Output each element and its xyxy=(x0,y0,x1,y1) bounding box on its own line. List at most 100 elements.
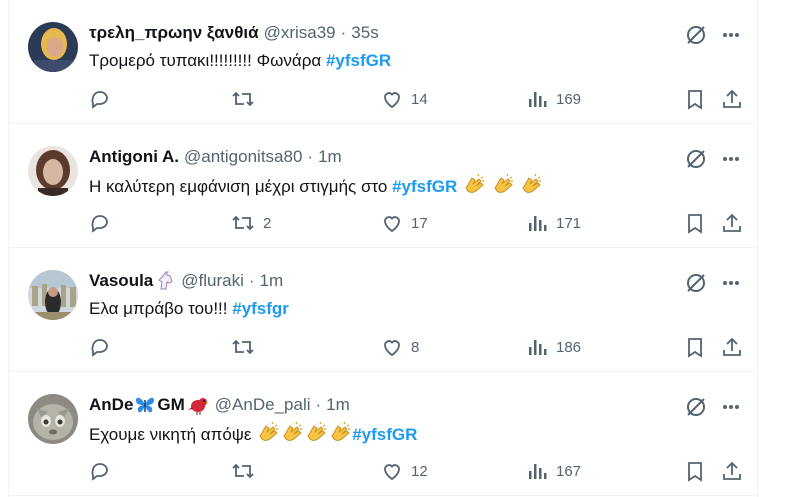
timestamp[interactable]: 35s xyxy=(351,23,378,43)
reply-icon xyxy=(89,336,111,358)
reply-button[interactable] xyxy=(89,336,119,358)
retweet-button[interactable] xyxy=(231,460,263,482)
clap-emoji xyxy=(491,174,515,196)
views-icon xyxy=(526,460,548,482)
retweet-icon xyxy=(231,212,255,234)
views-button[interactable]: 167 xyxy=(526,460,581,482)
share-button[interactable] xyxy=(721,212,743,234)
bookmark-icon xyxy=(684,212,706,234)
grok-icon[interactable] xyxy=(685,396,707,418)
more-icon[interactable] xyxy=(721,397,741,417)
share-icon xyxy=(721,88,743,110)
hashtag-link[interactable]: #yfsfGR xyxy=(326,51,391,70)
like-icon xyxy=(381,460,403,482)
author-name-suffix[interactable]: GM xyxy=(157,395,184,415)
author-handle[interactable]: @fluraki xyxy=(181,271,244,291)
like-count: 17 xyxy=(411,214,428,232)
tweet-text: Εχουμε νικητή απόψε #yfsfGR xyxy=(89,422,417,446)
reply-icon xyxy=(89,460,111,482)
share-icon xyxy=(721,460,743,482)
more-icon[interactable] xyxy=(721,25,741,45)
share-icon xyxy=(721,212,743,234)
views-icon xyxy=(526,336,548,358)
views-button[interactable]: 186 xyxy=(526,336,581,358)
action-bar: 12 167 xyxy=(89,460,749,486)
author-name[interactable]: τρελη_πρωην ξανθιά xyxy=(89,23,259,43)
tweet[interactable]: Antigoni A. @antigonitsa80 · 1m Η καλύτε… xyxy=(9,124,757,248)
bookmark-button[interactable] xyxy=(684,88,706,110)
bookmark-button[interactable] xyxy=(684,460,706,482)
hashtag-link[interactable]: #yfsfGR xyxy=(352,425,417,444)
author-name[interactable]: Antigoni A. xyxy=(89,147,179,167)
share-icon xyxy=(721,336,743,358)
like-button[interactable]: 14 xyxy=(381,88,428,110)
share-button[interactable] xyxy=(721,460,743,482)
author-name[interactable]: Vasoula xyxy=(89,271,153,291)
like-count: 14 xyxy=(411,90,428,108)
more-icon[interactable] xyxy=(721,273,741,293)
like-count: 12 xyxy=(411,462,428,480)
avatar[interactable] xyxy=(28,22,78,72)
avatar[interactable] xyxy=(28,146,78,196)
like-icon xyxy=(381,88,403,110)
hashtag-link[interactable]: #yfsfGR xyxy=(392,177,457,196)
like-icon xyxy=(381,336,403,358)
bookmark-icon xyxy=(684,336,706,358)
reply-button[interactable] xyxy=(89,460,119,482)
action-bar: 14 169 xyxy=(89,88,749,114)
tweet[interactable]: AnDe GM @AnDe_pali · 1m Εχουμε νικητή απ… xyxy=(9,372,757,496)
bookmark-icon xyxy=(684,460,706,482)
tweet[interactable]: Vasoula @fluraki · 1m Ελα μπράβο του!!! … xyxy=(9,248,757,372)
retweet-icon xyxy=(231,336,255,358)
more-icon[interactable] xyxy=(721,149,741,169)
timestamp[interactable]: 1m xyxy=(260,271,284,291)
tweet-text: Τρομερό τυπακι!!!!!!!!! Φωνάρα #yfsfGR xyxy=(89,50,391,72)
like-count: 8 xyxy=(411,338,420,356)
retweet-button[interactable]: 2 xyxy=(231,212,271,234)
view-count: 167 xyxy=(556,462,582,480)
like-button[interactable]: 17 xyxy=(381,212,428,234)
separator: · xyxy=(248,271,255,290)
clap-emoji-group xyxy=(256,422,352,444)
clap-emoji xyxy=(280,422,304,444)
tweet-body: Ελα μπράβο του!!! xyxy=(89,299,233,318)
separator: · xyxy=(315,395,322,414)
grok-icon[interactable] xyxy=(685,148,707,170)
reply-button[interactable] xyxy=(89,88,119,110)
retweet-button[interactable] xyxy=(231,336,263,358)
view-count: 171 xyxy=(556,214,582,232)
tweet-body: Τρομερό τυπακι!!!!!!!!! Φωνάρα xyxy=(89,51,326,70)
retweet-count: 2 xyxy=(263,214,272,232)
clap-emoji xyxy=(462,174,486,196)
grok-icon[interactable] xyxy=(685,272,707,294)
tweet[interactable]: τρελη_πρωην ξανθιά @xrisa39 · 35s Τρομερ… xyxy=(9,0,757,124)
avatar[interactable] xyxy=(28,394,78,444)
reply-button[interactable] xyxy=(89,212,119,234)
timestamp[interactable]: 1m xyxy=(318,147,342,167)
hashtag-link[interactable]: #yfsfgr xyxy=(232,299,289,318)
views-button[interactable]: 171 xyxy=(526,212,581,234)
view-count: 169 xyxy=(556,90,582,108)
like-button[interactable]: 8 xyxy=(381,336,419,358)
share-button[interactable] xyxy=(721,336,743,358)
timestamp[interactable]: 1m xyxy=(326,395,350,415)
grok-icon[interactable] xyxy=(685,24,707,46)
author-handle[interactable]: @xrisa39 xyxy=(264,23,336,43)
action-bar: 2 17 171 xyxy=(89,212,749,238)
retweet-icon xyxy=(231,460,255,482)
share-button[interactable] xyxy=(721,88,743,110)
views-button[interactable]: 169 xyxy=(526,88,581,110)
author-handle[interactable]: @antigonitsa80 xyxy=(184,147,302,167)
tweet-body: Η καλύτερη εμφάνιση μέχρι στιγμής στο xyxy=(89,177,393,196)
like-button[interactable]: 12 xyxy=(381,460,428,482)
bookmark-button[interactable] xyxy=(684,212,706,234)
author-handle[interactable]: @AnDe_pali xyxy=(215,395,311,415)
retweet-button[interactable] xyxy=(231,88,263,110)
like-icon xyxy=(381,212,403,234)
bird-emoji-icon xyxy=(187,395,210,415)
bookmark-button[interactable] xyxy=(684,336,706,358)
avatar[interactable] xyxy=(28,270,78,320)
butterfly-emoji-icon xyxy=(134,395,156,415)
tweet-text: Η καλύτερη εμφάνιση μέχρι στιγμής στο #y… xyxy=(89,174,543,198)
author-name[interactable]: AnDe xyxy=(89,395,133,415)
